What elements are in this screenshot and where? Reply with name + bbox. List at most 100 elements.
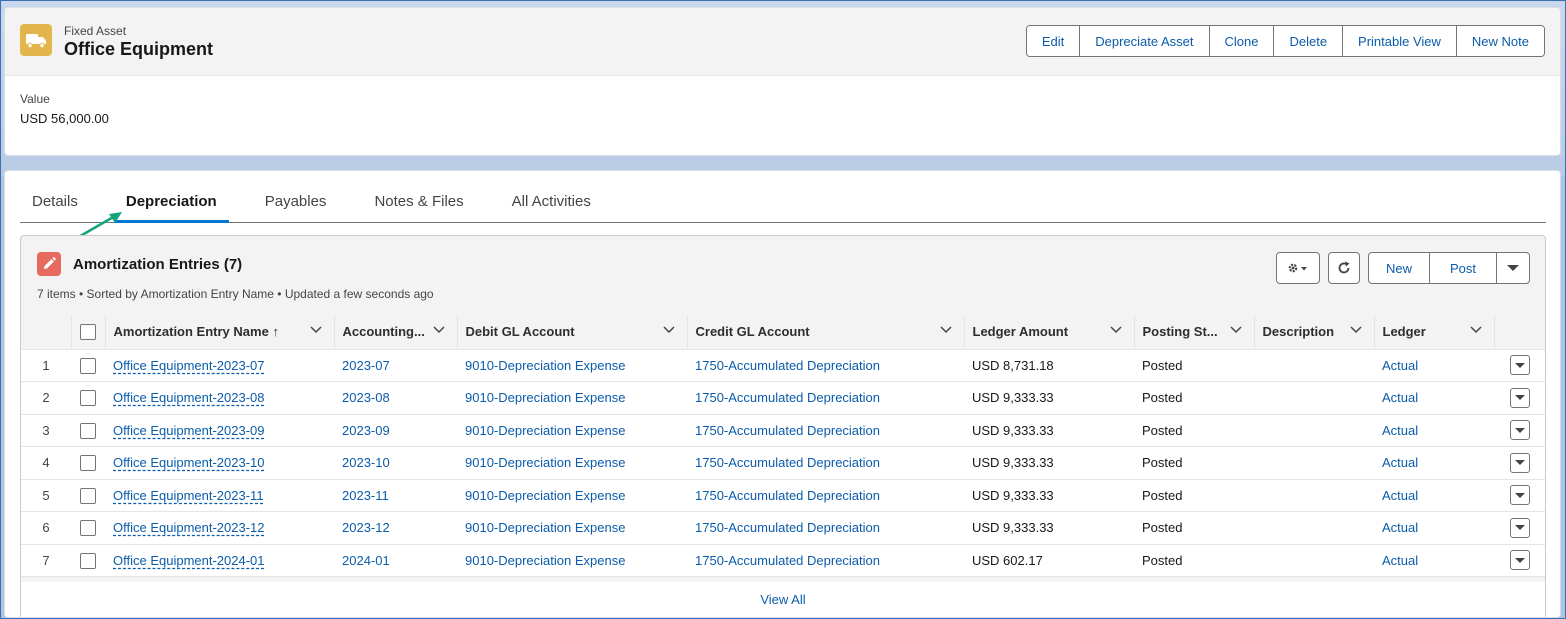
select-all-checkbox[interactable] (71, 315, 106, 350)
accounting-period-link[interactable]: 2023-09 (342, 423, 390, 438)
debit-gl-link[interactable]: 9010-Depreciation Expense (465, 520, 625, 535)
column-header-debit-gl[interactable]: Debit GL Account (457, 315, 688, 350)
debit-gl-link[interactable]: 9010-Depreciation Expense (465, 455, 625, 470)
refresh-button[interactable] (1327, 252, 1360, 284)
depreciate-asset-button[interactable]: Depreciate Asset (1080, 26, 1210, 56)
accounting-period-link[interactable]: 2023-12 (342, 520, 390, 535)
credit-gl-link[interactable]: 1750-Accumulated Depreciation (695, 488, 880, 503)
entry-name-link[interactable]: Office Equipment-2023-11 (113, 488, 264, 503)
column-header-entry-name[interactable]: Amortization Entry Name ↑ (105, 315, 335, 350)
delete-button[interactable]: Delete (1274, 26, 1344, 56)
ledger-link[interactable]: Actual (1382, 520, 1418, 535)
new-note-button[interactable]: New Note (1456, 26, 1544, 56)
chevron-down-icon[interactable] (662, 326, 675, 334)
more-actions-button[interactable] (1497, 253, 1529, 283)
chevron-down-icon (1514, 427, 1525, 433)
column-header-accounting-period[interactable]: Accounting... (334, 315, 458, 350)
credit-gl-link[interactable]: 1750-Accumulated Depreciation (695, 520, 880, 535)
gear-icon (1288, 263, 1307, 273)
chevron-down-icon (1507, 265, 1519, 271)
debit-gl-link[interactable]: 9010-Depreciation Expense (465, 553, 625, 568)
printable-view-button[interactable]: Printable View (1343, 26, 1457, 56)
debit-gl-link[interactable]: 9010-Depreciation Expense (465, 423, 625, 438)
column-header-posting-status[interactable]: Posting St... (1134, 315, 1255, 350)
entry-name-link[interactable]: Office Equipment-2023-10 (113, 455, 265, 470)
row-actions-button[interactable] (1509, 355, 1530, 376)
entry-name-link[interactable]: Office Equipment-2023-12 (113, 520, 265, 535)
ledger-link[interactable]: Actual (1382, 390, 1418, 405)
ledger-link[interactable]: Actual (1382, 358, 1418, 373)
ledger-link[interactable]: Actual (1382, 455, 1418, 470)
tab-all-activities[interactable]: All Activities (500, 183, 603, 223)
row-actions-button[interactable] (1509, 485, 1530, 506)
post-button[interactable]: Post (1430, 253, 1497, 283)
row-checkbox[interactable] (71, 381, 105, 415)
amortization-entries-list: Amortization Entries (7) 7 items • Sorte… (20, 235, 1546, 617)
ledger-cell: Actual (1374, 446, 1494, 480)
ledger-amount-cell: USD 8,731.18 (964, 349, 1134, 382)
accounting-period-link[interactable]: 2023-07 (342, 358, 390, 373)
clone-button[interactable]: Clone (1209, 26, 1275, 56)
chevron-down-icon[interactable] (309, 326, 322, 334)
row-checkbox[interactable] (71, 349, 105, 382)
accounting-period-cell: 2023-11 (334, 479, 457, 512)
entry-name-link[interactable]: Office Equipment-2023-07 (113, 358, 265, 373)
row-actions-button[interactable] (1509, 452, 1530, 473)
row-checkbox[interactable] (71, 479, 105, 512)
view-all-link[interactable]: View All (760, 592, 805, 607)
tab-payables[interactable]: Payables (253, 183, 339, 223)
credit-gl-link[interactable]: 1750-Accumulated Depreciation (695, 423, 880, 438)
credit-gl-link[interactable]: 1750-Accumulated Depreciation (695, 358, 880, 373)
chevron-down-icon[interactable] (1349, 326, 1362, 334)
row-actions-button[interactable] (1509, 387, 1530, 408)
chevron-down-icon[interactable] (432, 326, 445, 334)
tab-depreciation[interactable]: Depreciation (113, 183, 229, 223)
credit-gl-link[interactable]: 1750-Accumulated Depreciation (695, 390, 880, 405)
description-cell (1254, 511, 1374, 545)
row-checkbox[interactable] (71, 511, 105, 545)
chevron-down-icon (1514, 492, 1525, 498)
row-actions-button[interactable] (1509, 420, 1530, 441)
entry-name-link[interactable]: Office Equipment-2023-08 (113, 390, 265, 405)
row-checkbox[interactable] (71, 544, 105, 577)
accounting-period-link[interactable]: 2023-08 (342, 390, 390, 405)
debit-gl-link[interactable]: 9010-Depreciation Expense (465, 488, 625, 503)
row-number: 2 (21, 381, 71, 415)
chevron-down-icon[interactable] (1229, 326, 1242, 334)
credit-gl-link[interactable]: 1750-Accumulated Depreciation (695, 553, 880, 568)
edit-button[interactable]: Edit (1026, 26, 1081, 56)
truck-icon (20, 24, 52, 56)
list-settings-button[interactable] (1275, 252, 1320, 284)
ledger-amount-cell: USD 9,333.33 (964, 414, 1134, 447)
chevron-down-icon[interactable] (1109, 326, 1122, 334)
column-header-ledger[interactable]: Ledger (1374, 315, 1495, 350)
description-cell (1254, 544, 1374, 577)
chevron-down-icon[interactable] (1469, 326, 1482, 334)
new-button[interactable]: New (1369, 253, 1430, 283)
credit-gl-cell: 1750-Accumulated Depreciation (687, 349, 964, 382)
row-actions-cell (1494, 511, 1545, 545)
ledger-link[interactable]: Actual (1382, 488, 1418, 503)
entry-name-link[interactable]: Office Equipment-2023-09 (113, 423, 265, 438)
row-actions-button[interactable] (1509, 517, 1530, 538)
row-checkbox[interactable] (71, 414, 105, 447)
table-row: 3 Office Equipment-2023-09 2023-09 9010-Dep… (21, 414, 1545, 447)
debit-gl-link[interactable]: 9010-Depreciation Expense (465, 358, 625, 373)
ledger-link[interactable]: Actual (1382, 553, 1418, 568)
column-header-credit-gl[interactable]: Credit GL Account (687, 315, 965, 350)
entry-name-link[interactable]: Office Equipment-2024-01 (113, 553, 265, 568)
chevron-down-icon[interactable] (939, 326, 952, 334)
accounting-period-link[interactable]: 2023-10 (342, 455, 390, 470)
credit-gl-link[interactable]: 1750-Accumulated Depreciation (695, 455, 880, 470)
accounting-period-link[interactable]: 2024-01 (342, 553, 390, 568)
column-header-ledger-amount[interactable]: Ledger Amount (964, 315, 1135, 350)
tab-notes-files[interactable]: Notes & Files (362, 183, 475, 223)
description-cell (1254, 381, 1374, 415)
accounting-period-link[interactable]: 2023-11 (342, 488, 389, 503)
column-header-description[interactable]: Description (1254, 315, 1375, 350)
debit-gl-cell: 9010-Depreciation Expense (457, 414, 687, 447)
row-checkbox[interactable] (71, 446, 105, 480)
ledger-link[interactable]: Actual (1382, 423, 1418, 438)
row-actions-button[interactable] (1509, 550, 1530, 571)
debit-gl-link[interactable]: 9010-Depreciation Expense (465, 390, 625, 405)
